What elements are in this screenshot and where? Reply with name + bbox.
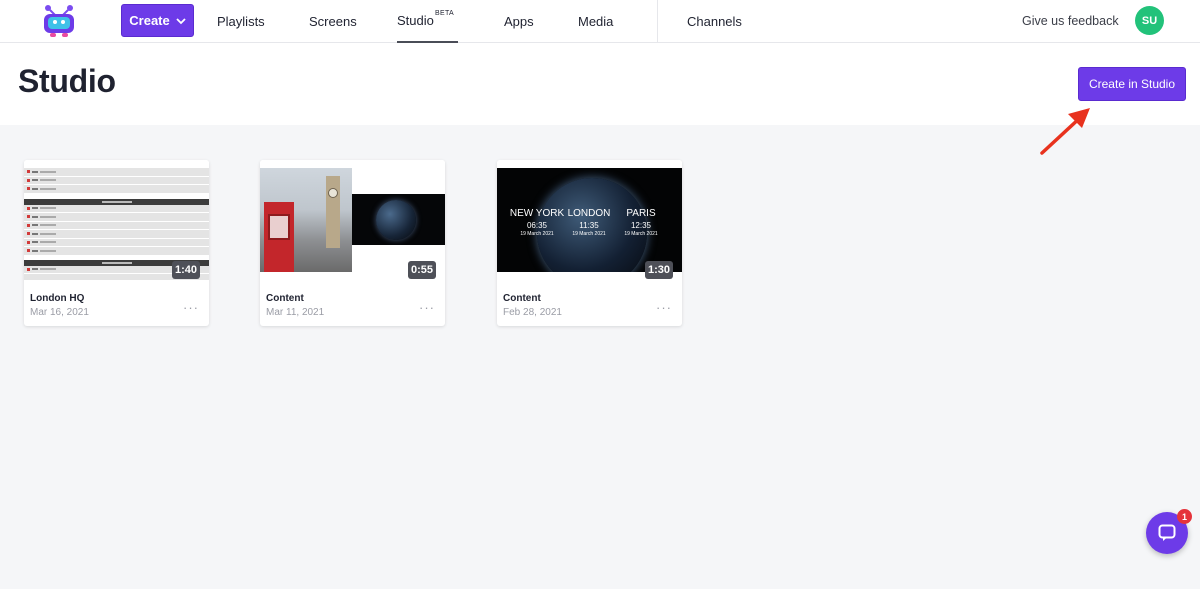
more-options-icon[interactable]: ··· [419,300,435,315]
annotation-arrow-icon [1040,108,1090,155]
world-clock-preview: NEW YORK 06:35 19 March 2021 LONDON 11:3… [497,168,682,272]
world-clock-city: NEW YORK 06:35 19 March 2021 [507,208,567,238]
city-time: 12:35 [630,221,652,230]
nav-item-playlists[interactable]: Playlists [217,0,265,42]
phone-booth-icon [264,202,294,272]
card-title: Content [266,293,304,304]
create-button-label: Create [129,13,170,28]
logo-icon[interactable] [41,3,77,39]
create-in-studio-button[interactable]: Create in Studio [1078,67,1186,101]
earth-preview [352,194,445,245]
city-name: NEW YORK [509,208,565,219]
city-time: 06:35 [526,221,548,230]
studio-card[interactable]: NEW YORK 06:35 19 March 2021 LONDON 11:3… [497,160,682,326]
city-time: 11:35 [579,221,599,230]
nav-item-label: Channels [687,13,742,29]
nav-item-studio[interactable]: Studio BETA [397,0,458,43]
avatar[interactable]: SU [1135,6,1164,35]
card-thumbnail: 1:40 [24,160,209,284]
unread-badge: 1 [1177,509,1192,524]
card-date: Feb 28, 2021 [503,307,562,318]
page-header: Studio Create in Studio [0,43,1200,125]
card-title: London HQ [30,293,85,304]
beta-badge: BETA [435,10,454,17]
feedback-link[interactable]: Give us feedback [1022,0,1119,42]
page-title: Studio [18,63,116,99]
nav-item-label: Studio [397,13,434,28]
card-thumbnail: 0:55 [260,160,445,284]
card-title: Content [503,293,541,304]
card-date: Mar 11, 2021 [266,307,325,318]
nav-divider [657,0,658,42]
world-clock-city: PARIS 12:35 19 March 2021 [611,208,671,238]
studio-card[interactable]: 0:55 Content Mar 11, 2021 ··· [260,160,445,326]
studio-card[interactable]: 1:40 London HQ Mar 16, 2021 ··· [24,160,209,326]
city-name: LONDON [567,208,611,219]
city-date: 19 March 2021 [520,231,554,237]
nav-item-label: Playlists [217,13,265,29]
chevron-down-icon [176,17,186,24]
duration-badge: 1:40 [171,261,200,279]
nav-item-apps[interactable]: Apps [504,0,534,42]
more-options-icon[interactable]: ··· [183,300,199,315]
city-date: 19 March 2021 [572,231,606,237]
chat-icon [1158,524,1176,541]
card-date: Mar 16, 2021 [30,307,89,318]
nav-item-label: Apps [504,13,534,29]
city-name: PARIS [626,208,656,219]
nav-item-label: Screens [309,13,357,29]
top-nav: Create Playlists Screens Studio BETA App… [0,0,1200,43]
london-photo-preview [260,168,352,272]
city-date: 19 March 2021 [624,231,658,237]
nav-item-channels[interactable]: Channels [687,0,742,42]
duration-badge: 1:30 [644,261,673,279]
more-options-icon[interactable]: ··· [656,300,672,315]
duration-badge: 0:55 [407,261,436,279]
nav-item-label: Media [578,13,614,29]
card-thumbnail: NEW YORK 06:35 19 March 2021 LONDON 11:3… [497,160,682,284]
create-button[interactable]: Create [121,4,194,37]
nav-item-media[interactable]: Media [578,0,613,42]
world-clock-city: LONDON 11:35 19 March 2021 [559,208,619,238]
nav-item-screens[interactable]: Screens [309,0,357,42]
